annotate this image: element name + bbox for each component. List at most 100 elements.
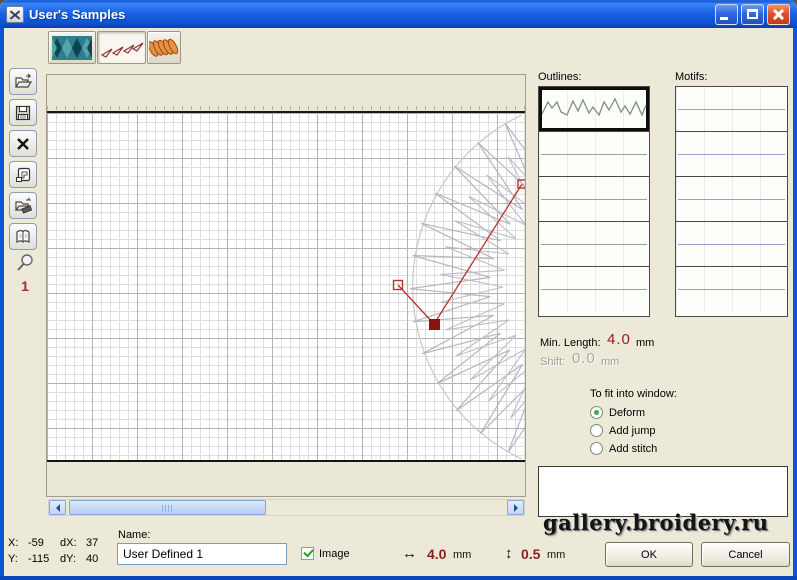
- radio-icon[interactable]: [590, 424, 603, 437]
- shift-unit: mm: [601, 356, 619, 368]
- sample-row[interactable]: [539, 222, 649, 267]
- dy-label: dY:: [60, 553, 86, 565]
- design-canvas[interactable]: [46, 74, 526, 497]
- outline-sample-icon: [100, 36, 144, 60]
- sample-row[interactable]: [539, 177, 649, 222]
- scroll-left-icon: [56, 504, 60, 512]
- sample-row[interactable]: [676, 267, 787, 312]
- sample-line: [678, 199, 785, 200]
- radio-label: Deform: [609, 407, 645, 419]
- save-button[interactable]: [9, 99, 37, 126]
- export-button[interactable]: [9, 192, 37, 219]
- watermark: gallery.broidery.ru: [543, 510, 769, 535]
- radio-label: Add jump: [609, 425, 655, 437]
- app-icon: [6, 6, 24, 23]
- image-checkbox-label: Image: [319, 548, 350, 560]
- minimize-button[interactable]: [715, 4, 738, 25]
- motifs-list[interactable]: [675, 86, 788, 317]
- motif-sample-icon: [149, 36, 179, 60]
- stitch-preview-svg: [47, 75, 525, 496]
- motif-sample-button[interactable]: [147, 31, 181, 64]
- fill-sample-button[interactable]: [48, 31, 96, 64]
- window-border-right: [793, 28, 797, 580]
- close-button[interactable]: [767, 4, 790, 25]
- window-border-left: [0, 28, 4, 580]
- radio-add-jump[interactable]: Add jump: [590, 424, 655, 437]
- width-unit: mm: [453, 549, 471, 561]
- maximize-button[interactable]: [741, 4, 764, 25]
- maximize-icon: [747, 9, 758, 19]
- width-arrow-icon: ↔: [402, 545, 417, 562]
- save-floppy-icon: [13, 103, 33, 123]
- outlines-list[interactable]: [538, 86, 650, 317]
- window-title: User's Samples: [29, 7, 125, 22]
- name-input[interactable]: [117, 543, 287, 565]
- radio-icon[interactable]: [590, 442, 603, 455]
- magnifier-icon: [13, 252, 37, 276]
- zoom-level: 1: [14, 278, 36, 294]
- duplicate-button[interactable]: [9, 161, 37, 188]
- sample-row[interactable]: [676, 132, 787, 177]
- cancel-button[interactable]: Cancel: [701, 542, 790, 567]
- title-bar[interactable]: User's Samples: [0, 0, 797, 28]
- radio-add-stitch[interactable]: Add stitch: [590, 442, 657, 455]
- sample-row[interactable]: [676, 87, 787, 132]
- export-folder-icon: [13, 196, 33, 216]
- dx-value: 37: [86, 537, 112, 549]
- width-value: 4.0: [427, 546, 446, 562]
- scroll-right-button[interactable]: [507, 500, 524, 515]
- shift-label: Shift:: [540, 356, 565, 368]
- image-checkbox[interactable]: [301, 547, 314, 560]
- scrollbar-grip: [162, 505, 174, 512]
- sample-line: [541, 244, 647, 245]
- delete-x-icon: [13, 134, 33, 154]
- fit-into-window-label: To fit into window:: [590, 388, 677, 400]
- motifs-label: Motifs:: [675, 71, 707, 83]
- fill-sample-icon: [52, 36, 92, 60]
- open-folder-icon: [13, 72, 33, 92]
- height-value: 0.5: [521, 546, 540, 562]
- height-arrow-icon: ↕: [505, 545, 513, 562]
- height-unit: mm: [547, 549, 565, 561]
- horizontal-scrollbar[interactable]: [48, 499, 525, 516]
- sample-row[interactable]: [539, 132, 649, 177]
- sample-line: [541, 199, 647, 200]
- zoom-tool[interactable]: [12, 252, 38, 281]
- sample-line: [541, 154, 647, 155]
- delete-button[interactable]: [9, 130, 37, 157]
- sample-line: [678, 289, 785, 290]
- ok-button[interactable]: OK: [605, 542, 693, 567]
- users-samples-dialog: User's Samples: [0, 0, 797, 580]
- y-label: Y:: [8, 553, 28, 565]
- shift-value: 0.0: [572, 350, 596, 367]
- scroll-right-icon: [514, 504, 518, 512]
- outline-sample-button[interactable]: [97, 31, 146, 64]
- sample-line: [678, 109, 785, 110]
- sample-row[interactable]: [676, 177, 787, 222]
- fan-arc: [413, 115, 522, 459]
- sample-row[interactable]: [539, 267, 649, 312]
- min-length-value: 4.0: [607, 331, 631, 348]
- min-length-unit: mm: [636, 337, 654, 349]
- sample-row[interactable]: [539, 87, 649, 132]
- y-value: -115: [28, 553, 60, 565]
- fan-zigzag-outer: [410, 124, 525, 453]
- coordinate-readout: X: -59 dX: 37 Y: -115 dY: 40: [8, 535, 112, 567]
- open-button[interactable]: [9, 68, 37, 95]
- scroll-left-button[interactable]: [49, 500, 66, 515]
- radio-icon[interactable]: [590, 406, 603, 419]
- min-length-label: Min. Length:: [540, 337, 601, 349]
- window-border-bottom: [0, 576, 797, 580]
- stitch-node-handle-selected[interactable]: [430, 320, 440, 330]
- radio-label: Add stitch: [609, 443, 657, 455]
- scrollbar-thumb[interactable]: [69, 500, 266, 515]
- radio-deform[interactable]: Deform: [590, 406, 645, 419]
- dx-label: dX:: [60, 537, 86, 549]
- dy-value: 40: [86, 553, 112, 565]
- minimize-icon: [720, 17, 728, 20]
- library-button[interactable]: [9, 223, 37, 250]
- book-icon: [13, 227, 33, 247]
- x-label: X:: [8, 537, 28, 549]
- sample-row[interactable]: [676, 222, 787, 267]
- x-value: -59: [28, 537, 60, 549]
